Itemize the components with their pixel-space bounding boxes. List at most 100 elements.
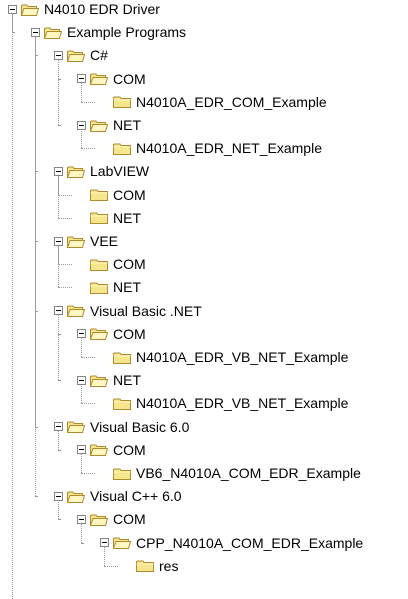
- tree-node-label: Example Programs: [67, 24, 187, 41]
- tree-node[interactable]: LabVIEW: [54, 160, 149, 182]
- folder-open-icon: [112, 536, 132, 550]
- tree-node-label: C#: [90, 47, 108, 64]
- tree-node[interactable]: N4010A_EDR_VB_NET_Example: [100, 346, 348, 368]
- tree-node[interactable]: C#: [54, 44, 108, 66]
- tree-node-label: N4010A_EDR_VB_NET_Example: [136, 395, 349, 412]
- folder-icon: [90, 211, 108, 225]
- folder-icon: [113, 397, 131, 410]
- tree-connector-line: [81, 403, 95, 405]
- folder-icon: [113, 467, 131, 480]
- tree-node[interactable]: N4010A_EDR_NET_Example: [100, 137, 322, 159]
- tree-node-label: Visual C++ 6.0: [90, 488, 182, 505]
- tree-node[interactable]: NET: [77, 276, 141, 298]
- tree-connector-line: [104, 565, 118, 567]
- tree-connector-line: [81, 148, 95, 150]
- tree-node[interactable]: Visual Basic .NET: [54, 300, 202, 322]
- tree-node-label: NET: [113, 209, 141, 226]
- folder-open-icon: [89, 443, 109, 457]
- tree-node-label: CPP_N4010A_COM_EDR_Example: [136, 534, 364, 551]
- tree-node-label: COM: [113, 256, 146, 273]
- tree-connector-line: [58, 287, 72, 289]
- tree-connector-line: [58, 380, 60, 382]
- tree-node[interactable]: VEE: [54, 230, 118, 252]
- folder-icon: [90, 258, 108, 271]
- folder-open-icon: [89, 119, 109, 132]
- folder-icon: [90, 281, 108, 294]
- tree-connector-line: [58, 314, 59, 381]
- tree-node-label: COM: [113, 186, 146, 203]
- tree-connector-line: [58, 217, 72, 219]
- collapse-toggle-icon[interactable]: [77, 375, 86, 385]
- tree-node[interactable]: NET: [77, 369, 141, 391]
- tree-node-label: N4010A_EDR_VB_NET_Example: [136, 349, 349, 365]
- tree-connector-line: [58, 449, 60, 451]
- folder-open-icon: [89, 327, 109, 341]
- tree-node-label: Visual Basic 6.0: [90, 418, 190, 435]
- collapse-toggle-icon[interactable]: [54, 491, 63, 501]
- tree-node-label: VEE: [90, 233, 119, 249]
- collapse-toggle-icon[interactable]: [8, 4, 17, 14]
- collapse-toggle-icon[interactable]: [54, 236, 63, 246]
- collapse-toggle-icon[interactable]: [54, 306, 63, 316]
- tree-node-label: COM: [113, 325, 146, 342]
- tree-connector-line: [35, 496, 37, 498]
- tree-node[interactable]: NET: [77, 207, 141, 229]
- tree-node[interactable]: COM: [77, 184, 146, 206]
- folder-open-icon: [89, 72, 109, 86]
- tree-connector-line: [81, 473, 95, 474]
- tree-node-label: COM: [113, 441, 146, 458]
- folder-tree: N4010 EDR Driver Example Programs C# COM N40…: [0, 0, 408, 599]
- tree-node[interactable]: Visual Basic 6.0: [54, 416, 189, 438]
- tree-connector-line: [81, 357, 95, 358]
- tree-node[interactable]: COM: [77, 253, 146, 275]
- folder-open-icon: [66, 235, 86, 248]
- tree-connector-line: [12, 13, 13, 599]
- tree-node[interactable]: N4010A_EDR_COM_Example: [100, 91, 327, 113]
- tree-node[interactable]: N4010 EDR Driver: [8, 0, 160, 20]
- tree-node[interactable]: NET: [77, 114, 141, 136]
- tree-connector-line: [81, 542, 83, 544]
- tree-node[interactable]: COM: [77, 439, 146, 461]
- tree-node-label: VB6_N4010A_COM_EDR_Example: [136, 465, 361, 481]
- tree-node-label: NET: [113, 279, 141, 296]
- tree-node-label: COM: [113, 511, 146, 528]
- collapse-toggle-icon[interactable]: [77, 74, 86, 84]
- collapse-toggle-icon[interactable]: [100, 538, 109, 548]
- collapse-toggle-icon[interactable]: [31, 27, 40, 37]
- tree-node-label: LabVIEW: [90, 163, 150, 180]
- tree-connector-line: [58, 125, 60, 126]
- folder-open-icon: [66, 49, 86, 62]
- tree-node[interactable]: res: [123, 555, 178, 577]
- folder-open-icon: [66, 420, 86, 434]
- tree-node[interactable]: Example Programs: [31, 21, 186, 43]
- tree-node[interactable]: COM: [77, 323, 146, 345]
- tree-node-label: COM: [113, 70, 146, 87]
- tree-node-label: N4010A_EDR_NET_Example: [136, 140, 322, 157]
- tree-node[interactable]: N4010A_EDR_VB_NET_Example: [100, 392, 348, 414]
- collapse-toggle-icon[interactable]: [77, 445, 86, 455]
- tree-node[interactable]: CPP_N4010A_COM_EDR_Example: [100, 532, 363, 554]
- collapse-toggle-icon[interactable]: [77, 514, 86, 524]
- folder-icon: [113, 142, 131, 155]
- folder-icon: [113, 95, 131, 109]
- collapse-toggle-icon[interactable]: [77, 329, 86, 339]
- folder-open-icon: [66, 165, 86, 178]
- tree-node-label: NET: [113, 117, 141, 133]
- folder-open-icon: [66, 304, 86, 318]
- tree-node[interactable]: Visual C++ 6.0: [54, 485, 182, 507]
- tree-connector-line: [58, 264, 72, 266]
- collapse-toggle-icon[interactable]: [54, 166, 63, 176]
- collapse-toggle-icon[interactable]: [77, 120, 86, 130]
- tree-node[interactable]: COM: [77, 68, 146, 90]
- tree-node[interactable]: VB6_N4010A_COM_EDR_Example: [100, 462, 361, 484]
- tree-node-label: N4010 EDR Driver: [44, 1, 160, 17]
- tree-node-label: NET: [113, 372, 141, 389]
- folder-open-icon: [20, 3, 40, 16]
- folder-icon: [113, 351, 131, 364]
- folder-open-icon: [89, 513, 109, 526]
- collapse-toggle-icon[interactable]: [54, 50, 63, 60]
- collapse-toggle-icon[interactable]: [54, 422, 63, 432]
- tree-connector-line: [35, 36, 36, 497]
- tree-connector-line: [58, 59, 59, 125]
- tree-node[interactable]: COM: [77, 508, 146, 530]
